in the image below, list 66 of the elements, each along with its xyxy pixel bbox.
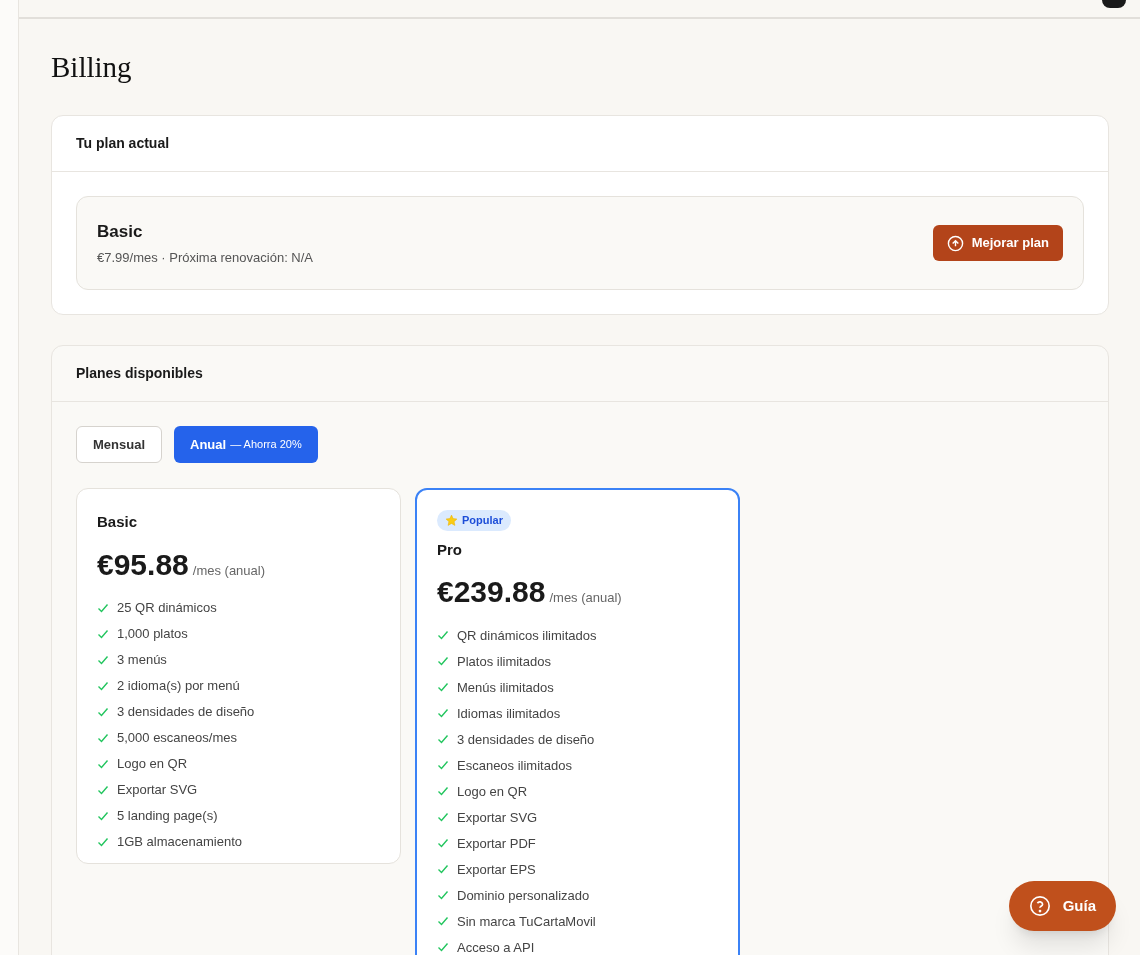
feature-text: 25 QR dinámicos: [117, 598, 217, 617]
feature-text: 1,000 platos: [117, 624, 188, 643]
feature-text: 5 landing page(s): [117, 806, 218, 825]
feature-text: Exportar SVG: [457, 808, 538, 827]
feature-text: Logo en QR: [117, 754, 188, 773]
feature-text: Exportar PDF: [457, 834, 536, 853]
feature-text: 5,000 escaneos/mes: [117, 728, 237, 747]
checkmark-icon: [97, 757, 109, 770]
feature-text: Sin marca TuCartaMovil: [457, 912, 596, 931]
checkmark-icon: [437, 733, 449, 746]
checkmark-icon: [437, 889, 449, 902]
feature-text: Exportar SVG: [117, 780, 198, 799]
feature-text: Dominio personalizado: [457, 886, 590, 905]
feature-text: QR dinámicos ilimitados: [457, 626, 597, 645]
plan-name: Basic: [97, 512, 139, 532]
checkmark-icon: [97, 653, 109, 666]
upgrade-button[interactable]: Mejorar plan: [932, 225, 1063, 261]
feature-text: Menús ilimitados: [457, 678, 554, 697]
feature-text: 3 densidades de diseño: [457, 730, 595, 749]
plan-price: €95.88: [97, 546, 189, 583]
checkmark-icon: [437, 863, 449, 876]
checkmark-icon: [437, 915, 449, 928]
discount-note: — Ahorra 20%: [230, 437, 302, 453]
help-icon: [1028, 895, 1051, 917]
feature-text: Platos ilimitados: [457, 652, 551, 671]
feature-text: 3 menús: [117, 650, 167, 669]
checkmark-icon: [437, 941, 449, 954]
page-title: Billing: [51, 53, 133, 82]
checkmark-icon: [437, 759, 449, 772]
feature-text: Logo en QR: [457, 782, 528, 801]
feature-text: 1GB almacenamiento: [117, 832, 242, 851]
checkmark-icon: [437, 785, 449, 798]
billing-toggle[interactable]: Mensual: [76, 426, 162, 463]
checkmark-icon: [97, 601, 109, 614]
checkmark-icon: [437, 681, 449, 694]
plan-price: €239.88: [437, 574, 546, 611]
section-title: Tu plan actual: [76, 134, 170, 153]
arrow-up-circle-icon: [946, 234, 964, 252]
plan-details: €7.99/mes · Próxima renovación: N/A: [97, 249, 314, 267]
checkmark-icon: [97, 705, 109, 718]
checkmark-icon: [437, 811, 449, 824]
plan-name: Pro: [437, 539, 463, 560]
checkmark-icon: [437, 837, 449, 850]
price-period: /mes (anual): [192, 561, 265, 580]
checkmark-icon: [437, 707, 449, 720]
checkmark-icon: [97, 627, 109, 640]
plan-name: Basic: [97, 220, 144, 243]
badge-label: Popular: [462, 513, 503, 529]
feature-text: 3 densidades de diseño: [117, 702, 255, 721]
billing-toggle[interactable]: Anual — Ahorra 20%: [174, 426, 318, 463]
checkmark-icon: [437, 629, 449, 642]
feature-text: Exportar EPS: [457, 860, 536, 879]
checkmark-icon: [97, 835, 109, 848]
feature-text: Acceso a API: [457, 938, 535, 955]
feature-text: 2 idioma(s) por menú: [117, 676, 240, 695]
guide-button[interactable]: Guía: [1008, 881, 1116, 931]
checkmark-icon: [437, 655, 449, 668]
checkmark-icon: [97, 809, 109, 822]
checkmark-icon: [97, 731, 109, 744]
feature-text: Idiomas ilimitados: [457, 704, 561, 723]
feature-text: Escaneos ilimitados: [457, 756, 572, 775]
checkmark-icon: [97, 783, 109, 796]
checkmark-icon: [97, 679, 109, 692]
section-title: Planes disponibles: [76, 364, 203, 383]
star-icon: [445, 514, 458, 527]
price-period: /mes (anual): [549, 589, 622, 608]
